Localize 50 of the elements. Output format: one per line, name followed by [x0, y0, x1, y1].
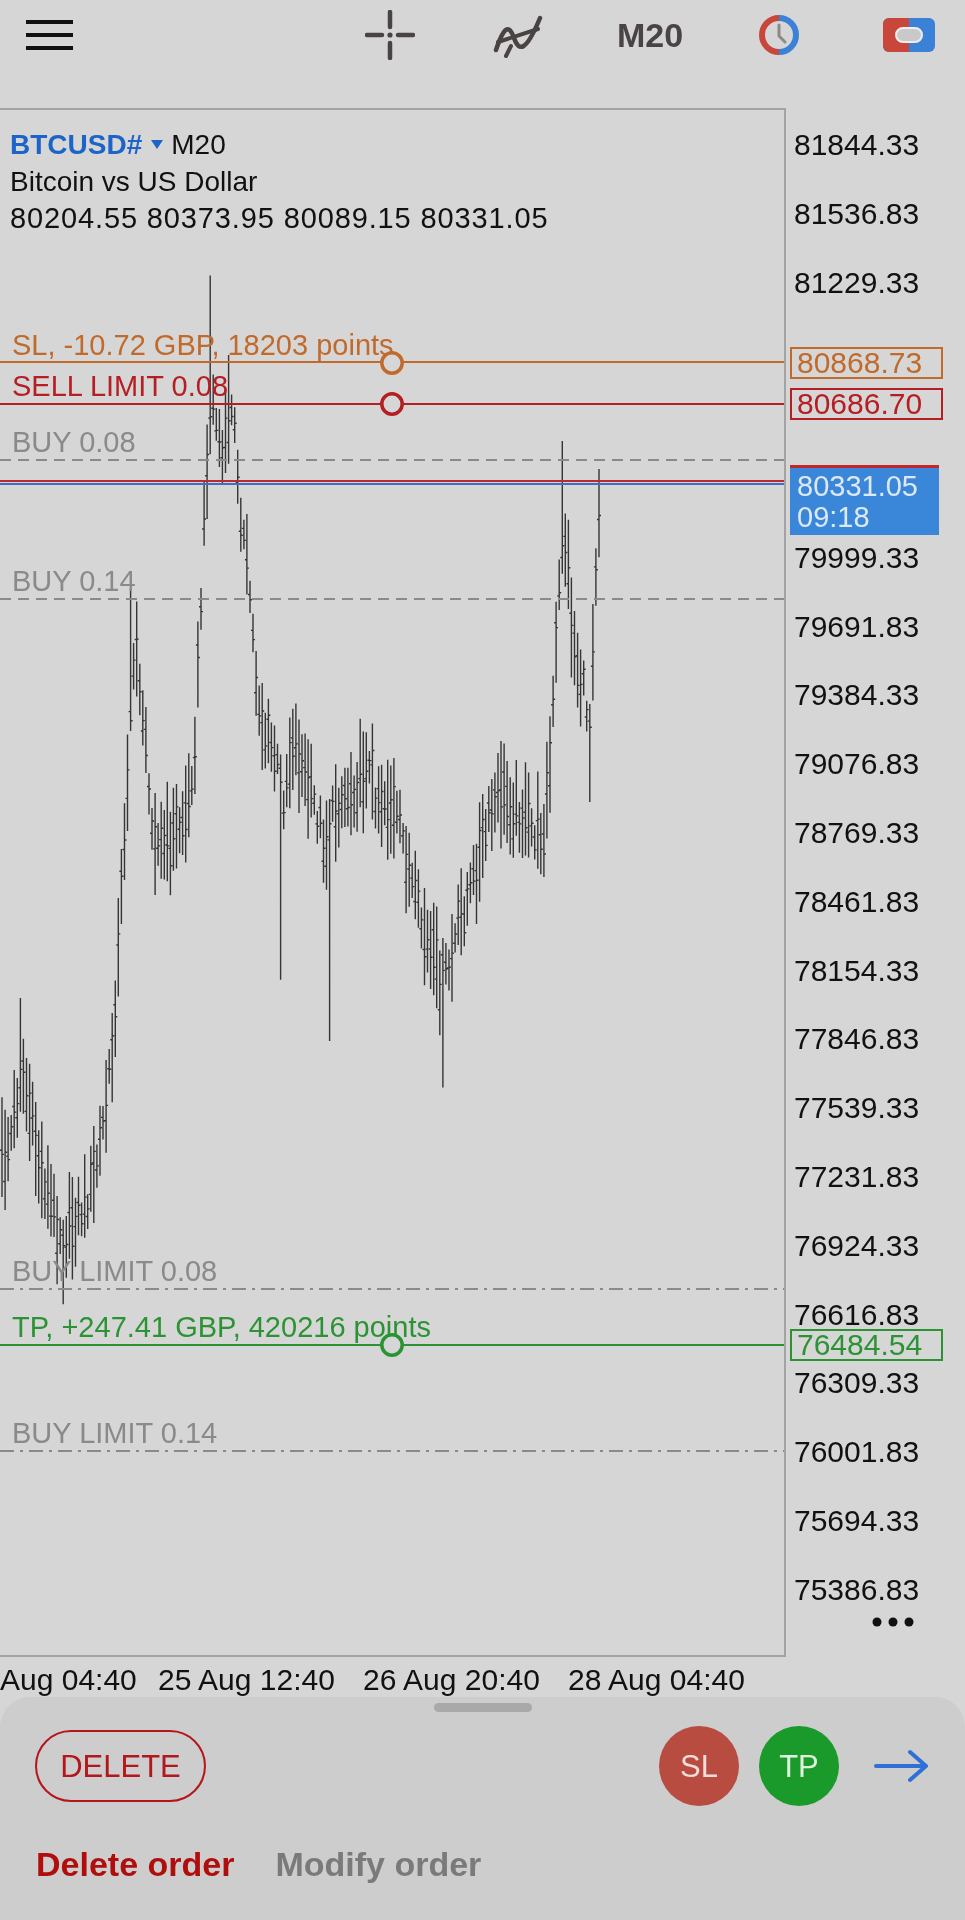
order-line-label: BUY LIMIT 0.14 — [12, 1418, 218, 1448]
price-axis-label: 76924.33 — [794, 1233, 920, 1258]
price-tag: 80686.70 — [790, 388, 943, 420]
price-axis-label: 78154.33 — [794, 958, 920, 983]
crosshair-icon[interactable] — [365, 10, 415, 60]
time-axis-label: 26 Aug 20:40 — [363, 1663, 540, 1697]
time-axis-label: 28 Aug 04:40 — [568, 1663, 745, 1697]
delete-button[interactable]: DELETE — [35, 1730, 206, 1802]
order-line-label: BUY 0.08 — [12, 427, 136, 457]
price-axis-label: 79384.33 — [794, 683, 920, 708]
price-tag: 80868.73 — [790, 347, 943, 379]
price-axis-label: 77846.83 — [794, 1027, 920, 1052]
sheet-drag-handle[interactable] — [433, 1703, 532, 1712]
ohlc-values: 80204.55 80373.95 80089.15 80331.05 — [10, 201, 549, 236]
more-icon[interactable] — [872, 1617, 914, 1627]
price-axis-label: 75386.83 — [794, 1577, 920, 1602]
price-axis-label: 77231.83 — [794, 1165, 920, 1189]
current-price-value: 80331.05 — [797, 470, 918, 502]
arrow-right-icon[interactable] — [874, 1749, 930, 1783]
time-axis-label: 25 Aug 12:40 — [158, 1663, 335, 1697]
price-tag: 76484.54 — [790, 1329, 943, 1361]
price-axis-label: 76001.83 — [794, 1440, 920, 1465]
price-axis-label: 81536.83 — [794, 201, 920, 226]
menu-icon[interactable] — [26, 20, 73, 50]
tp-button[interactable]: TP — [759, 1726, 839, 1806]
price-axis-label: 77539.33 — [794, 1096, 920, 1121]
price-axis-label: 78769.33 — [794, 821, 920, 845]
symbol-description: Bitcoin vs US Dollar — [10, 165, 258, 199]
symbol-selector[interactable]: BTCUSD# — [10, 126, 164, 163]
dropdown-triangle-icon — [151, 139, 164, 150]
time-axis-label: Aug 04:40 — [0, 1663, 137, 1697]
order-line-label: TP, +247.41 GBP, 420216 points — [12, 1312, 431, 1342]
switch-icon[interactable] — [883, 18, 935, 52]
price-axis-label: 75694.33 — [794, 1509, 920, 1533]
order-tab[interactable]: Modify order — [275, 1842, 482, 1886]
order-tab[interactable]: Delete order — [36, 1842, 235, 1886]
current-price-time: 09:18 — [797, 501, 870, 533]
price-axis-label: 79999.33 — [794, 545, 920, 570]
price-axis-label: 76309.33 — [794, 1371, 920, 1396]
timeframe-button[interactable]: M20 — [612, 15, 688, 55]
sl-button[interactable]: SL — [659, 1726, 739, 1806]
price-axis-label: 79691.83 — [794, 614, 920, 639]
price-axis-label: 81844.33 — [794, 133, 920, 157]
order-line-label: BUY 0.14 — [12, 566, 136, 596]
ring-handle-icon[interactable] — [380, 392, 404, 416]
price-axis-label: 79076.83 — [794, 752, 920, 777]
price-axis-label: 76616.83 — [794, 1302, 920, 1327]
price-axis-label: 81229.33 — [794, 270, 920, 295]
price-axis-label: 78461.83 — [794, 889, 920, 914]
chart-timeframe-label: M20 — [171, 128, 226, 162]
